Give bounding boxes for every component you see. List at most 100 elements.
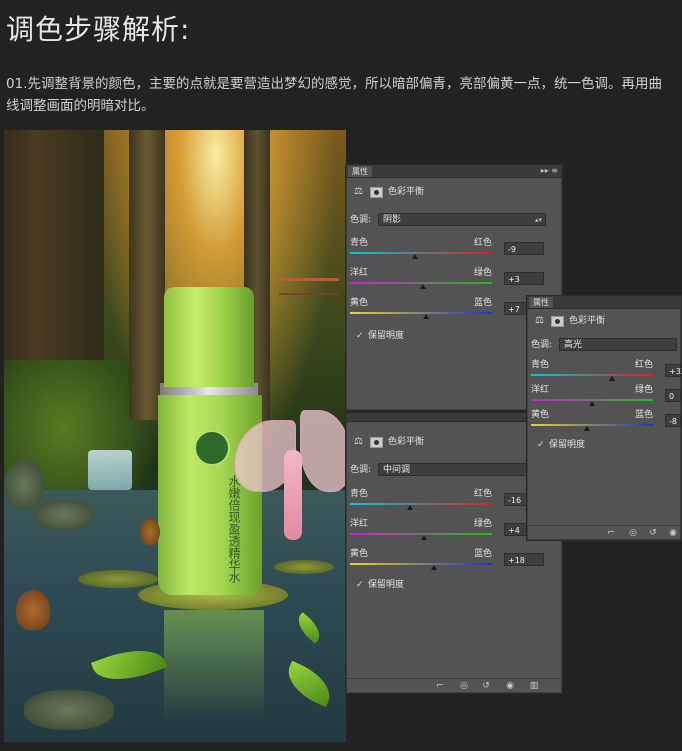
slider-left-label: 洋红: [531, 385, 550, 395]
tone-select-value: 阴影: [383, 215, 402, 225]
slider-thumb[interactable]: [584, 426, 591, 431]
layer-mask-icon[interactable]: [370, 437, 383, 448]
tone-select[interactable]: 阴影 ▴▾: [378, 213, 546, 226]
adjustment-name: 色彩平衡: [388, 187, 425, 197]
slider-track[interactable]: [531, 424, 653, 426]
chevron-updown-icon: ▴▾: [534, 216, 542, 224]
slider-value-field[interactable]: 0: [665, 389, 681, 402]
tone-select-value: 高光: [564, 340, 583, 350]
panel-footer: ⌐ ◎ ↺ ◉ ▥: [346, 678, 562, 693]
slider-thumb[interactable]: [420, 284, 427, 289]
slider-value-field[interactable]: +3: [504, 272, 544, 285]
tone-label: 色调:: [350, 465, 372, 475]
squirrel: [140, 518, 160, 546]
adjustment-name: 色彩平衡: [569, 316, 606, 326]
slider-right-label: 蓝色: [474, 298, 493, 308]
slider-right-label: 绿色: [474, 519, 493, 529]
panel-menu-icon[interactable]: ▸▸ ≡: [541, 165, 558, 177]
tone-label: 色调:: [350, 215, 372, 225]
slider-left-label: 黄色: [350, 549, 369, 559]
clip-to-layer-icon[interactable]: ⌐: [434, 680, 446, 692]
tone-select-value: 中间调: [383, 465, 411, 475]
waterfall: [88, 450, 132, 490]
slider-right-label: 蓝色: [474, 549, 493, 559]
slider-track[interactable]: [350, 503, 492, 505]
layer-mask-icon[interactable]: [551, 316, 564, 327]
red-bridge: [279, 278, 339, 295]
panel-header: ⚖ 色彩平衡: [346, 183, 562, 201]
slider-value-field[interactable]: +18: [504, 553, 544, 566]
adjustment-name: 色彩平衡: [388, 437, 425, 447]
trash-icon[interactable]: ▥: [528, 680, 540, 692]
slider-left-label: 青色: [350, 238, 369, 248]
squirrel: [16, 590, 50, 630]
preserve-luminosity-checkbox[interactable]: ✓: [356, 581, 364, 590]
tab-properties[interactable]: 属性: [529, 297, 553, 308]
slider-left-label: 洋红: [350, 519, 369, 529]
slider-value-field[interactable]: +33: [665, 364, 682, 377]
panel-titlebar: 属性: [527, 296, 681, 309]
stone: [24, 690, 114, 730]
bottle-reflection: [164, 610, 264, 720]
tone-select[interactable]: 中间调: [378, 463, 528, 476]
preserve-luminosity-checkbox[interactable]: ✓: [356, 332, 364, 341]
scale-icon: ⚖: [354, 436, 363, 447]
stone: [34, 500, 94, 530]
slider-left-label: 洋红: [350, 268, 369, 278]
scale-icon: ⚖: [535, 315, 544, 326]
bottle-cap: [164, 287, 254, 387]
slider-right-label: 绿色: [635, 385, 654, 395]
slider-left-label: 青色: [350, 489, 369, 499]
tone-select[interactable]: 高光: [559, 338, 677, 351]
slider-right-label: 绿色: [474, 268, 493, 278]
slider-thumb[interactable]: [589, 401, 595, 406]
slider-left-label: 黄色: [531, 410, 550, 420]
eye-icon[interactable]: ◉: [504, 680, 516, 692]
slider-value-field[interactable]: -8: [665, 414, 681, 427]
clip-to-layer-icon[interactable]: ⌐: [605, 527, 617, 539]
reset-icon[interactable]: ↺: [647, 527, 659, 539]
panel-footer: ⌐ ◎ ↺ ◉: [527, 525, 681, 540]
slider-right-label: 蓝色: [635, 410, 654, 420]
panel-titlebar: 属性 ▸▸ ≡: [346, 165, 562, 178]
fairy: [284, 450, 302, 540]
lily-pad: [78, 570, 158, 588]
slider-right-label: 红色: [474, 238, 493, 248]
slider-thumb[interactable]: [411, 254, 418, 259]
slider-thumb[interactable]: [422, 314, 429, 319]
slider-thumb[interactable]: [430, 565, 437, 570]
slider-thumb[interactable]: [420, 535, 427, 540]
preserve-luminosity-label: 保留明度: [549, 440, 586, 450]
panel-header: ⚖ 色彩平衡: [527, 312, 681, 330]
slider-thumb[interactable]: [609, 376, 616, 381]
slider-left-label: 青色: [531, 360, 550, 370]
preserve-luminosity-label: 保留明度: [368, 331, 405, 341]
tree-background: [129, 130, 165, 420]
bottle-label: 水嫩倍现盈透精华水: [227, 475, 241, 583]
slider-left-label: 黄色: [350, 298, 369, 308]
view-previous-icon[interactable]: ◎: [458, 680, 470, 692]
slider-track[interactable]: [350, 252, 492, 254]
slider-right-label: 红色: [474, 489, 493, 499]
tone-label: 色调:: [531, 340, 553, 350]
page-heading: 调色步骤解析:: [6, 13, 191, 46]
intro-text: 01.先调整背景的颜色，主要的点就是要营造出梦幻的感觉，所以暗部偏青，亮部偏黄一…: [6, 76, 662, 114]
properties-panel-highlights: 属性 ⚖ 色彩平衡 色调: 高光 青色 红色 +33 洋红 绿色 0 黄色 蓝色 -8 ✓ 保留…: [526, 295, 682, 541]
slider-track[interactable]: [350, 312, 492, 314]
layer-mask-icon[interactable]: [370, 187, 383, 198]
reset-icon[interactable]: ↺: [480, 680, 492, 692]
stone: [4, 460, 44, 510]
preserve-luminosity-checkbox[interactable]: ✓: [537, 441, 545, 450]
slider-track[interactable]: [350, 563, 492, 565]
view-previous-icon[interactable]: ◎: [627, 527, 639, 539]
lily-pad: [274, 560, 334, 574]
forest-scene-image: 水嫩倍现盈透精华水: [4, 130, 346, 742]
slider-thumb[interactable]: [406, 505, 413, 510]
tab-properties[interactable]: 属性: [348, 166, 372, 177]
scale-icon: ⚖: [354, 186, 363, 197]
slider-value-field[interactable]: -9: [504, 242, 544, 255]
slider-track[interactable]: [531, 374, 653, 376]
eye-icon[interactable]: ◉: [667, 527, 679, 539]
slider-right-label: 红色: [635, 360, 654, 370]
bottle-logo: [194, 430, 230, 466]
